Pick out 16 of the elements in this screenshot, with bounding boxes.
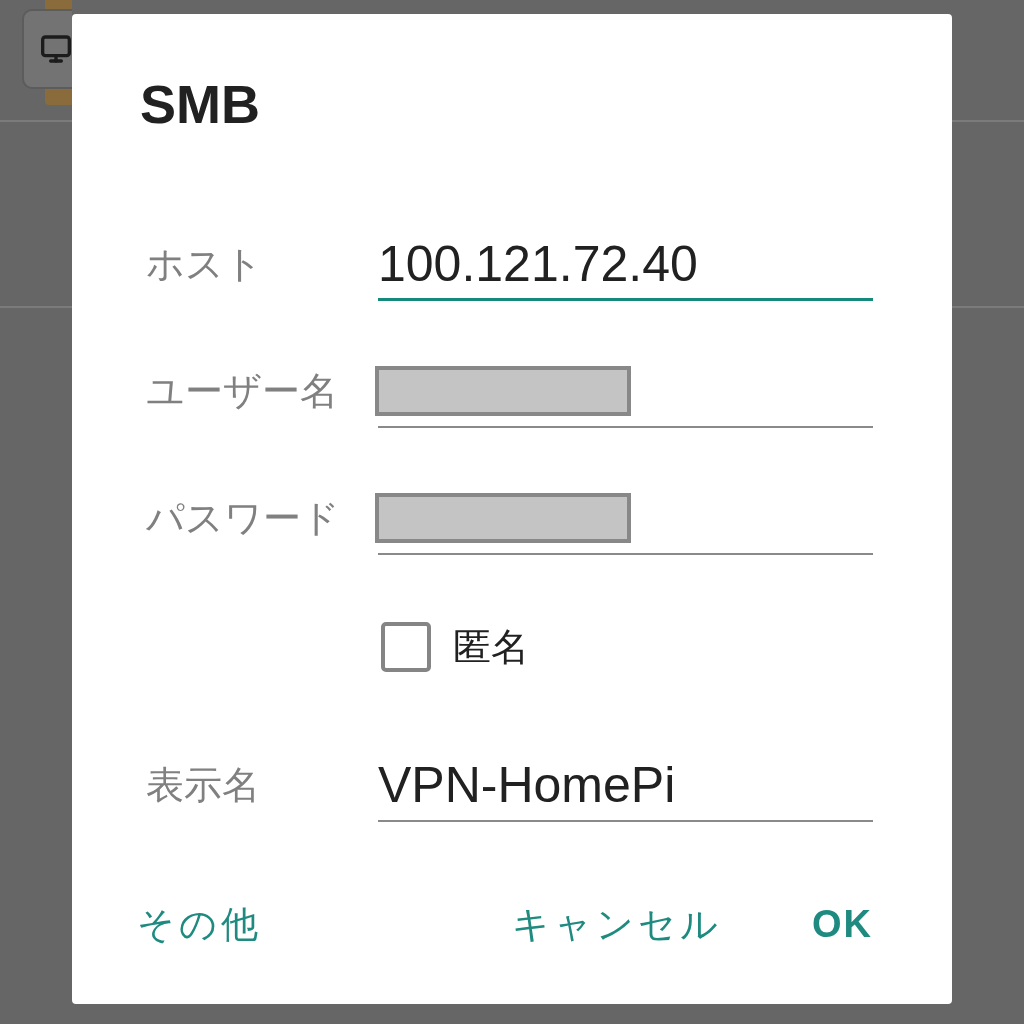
field-label: ホスト <box>146 244 263 283</box>
field-label: ユーザー名 <box>146 371 338 410</box>
monitor-button[interactable] <box>22 9 72 89</box>
dialog-button[interactable]: その他 <box>129 896 270 952</box>
input-field[interactable] <box>378 491 873 555</box>
dialog-button[interactable]: キャンセル <box>504 896 730 952</box>
monitor-icon <box>40 33 72 65</box>
input-field[interactable]: VPN-HomePi <box>378 758 873 822</box>
checkbox[interactable] <box>381 622 431 672</box>
input-field[interactable]: 100.121.72.40 <box>378 237 873 301</box>
field-label: 表示名 <box>146 765 260 804</box>
field-label: パスワード <box>146 498 340 537</box>
input-field[interactable] <box>378 364 873 428</box>
dialog-button[interactable]: OK <box>804 896 881 952</box>
dialog-title: SMB <box>140 79 260 129</box>
checkbox-label: 匿名 <box>453 628 529 666</box>
